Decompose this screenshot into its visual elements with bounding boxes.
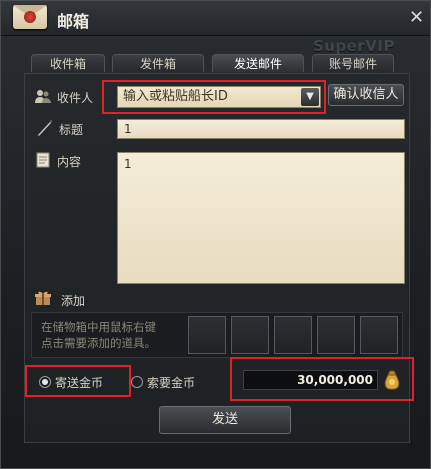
close-icon[interactable]: ✕ <box>409 7 424 28</box>
tab-account-mail[interactable]: 账号邮件 <box>312 54 394 72</box>
attachment-hint-line1: 在储物箱中用鼠标右键 <box>41 320 156 334</box>
confirm-recipient-button[interactable]: 确认收信人 <box>328 84 404 106</box>
content-textarea[interactable]: 1 <box>117 152 405 284</box>
gold-amount-input[interactable]: 30,000,000 <box>243 370 378 390</box>
gift-box-icon <box>35 291 51 305</box>
attachment-label: 添加 <box>61 294 86 308</box>
tab-send-mail[interactable]: 发送邮件 <box>212 54 304 72</box>
supervip-watermark: SuperVIP <box>313 37 395 55</box>
send-gold-label[interactable]: 寄送金币 <box>55 374 103 391</box>
send-button[interactable]: 发送 <box>159 406 291 434</box>
subject-label: 标题 <box>59 123 84 137</box>
attachment-slot[interactable] <box>274 316 312 354</box>
mailbox-window: 邮箱 ✕ SuperVIP 收件箱 发件箱 发送邮件 账号邮件 收件人 输入或粘… <box>0 0 431 469</box>
recipient-people-icon <box>35 90 51 103</box>
recipient-label: 收件人 <box>57 91 94 105</box>
content-label: 内容 <box>57 155 82 169</box>
request-gold-radio[interactable] <box>131 376 143 388</box>
attachment-hint-line2: 点击需要添加的道具。 <box>41 336 156 350</box>
recipient-select[interactable]: 输入或粘贴船长ID ▼ <box>117 86 321 108</box>
gold-pouch-icon <box>384 370 400 390</box>
tab-inbox[interactable]: 收件箱 <box>31 54 105 72</box>
attachment-slot[interactable] <box>188 316 226 354</box>
mail-envelope-icon <box>13 5 47 29</box>
send-gold-radio[interactable] <box>39 376 51 388</box>
recipient-input-text: 输入或粘贴船长ID <box>123 89 228 104</box>
attachment-slot[interactable] <box>231 316 269 354</box>
tab-outbox[interactable]: 发件箱 <box>112 54 204 72</box>
attachment-slot[interactable] <box>317 316 355 354</box>
title-bar[interactable]: 邮箱 ✕ <box>1 1 430 36</box>
subject-input[interactable]: 1 <box>117 119 405 139</box>
quill-pen-icon <box>38 120 52 136</box>
window-title: 邮箱 <box>57 12 90 31</box>
document-icon <box>36 152 50 168</box>
chevron-down-icon[interactable]: ▼ <box>301 88 319 106</box>
attachment-slot[interactable] <box>360 316 398 354</box>
request-gold-label[interactable]: 索要金币 <box>147 374 195 391</box>
